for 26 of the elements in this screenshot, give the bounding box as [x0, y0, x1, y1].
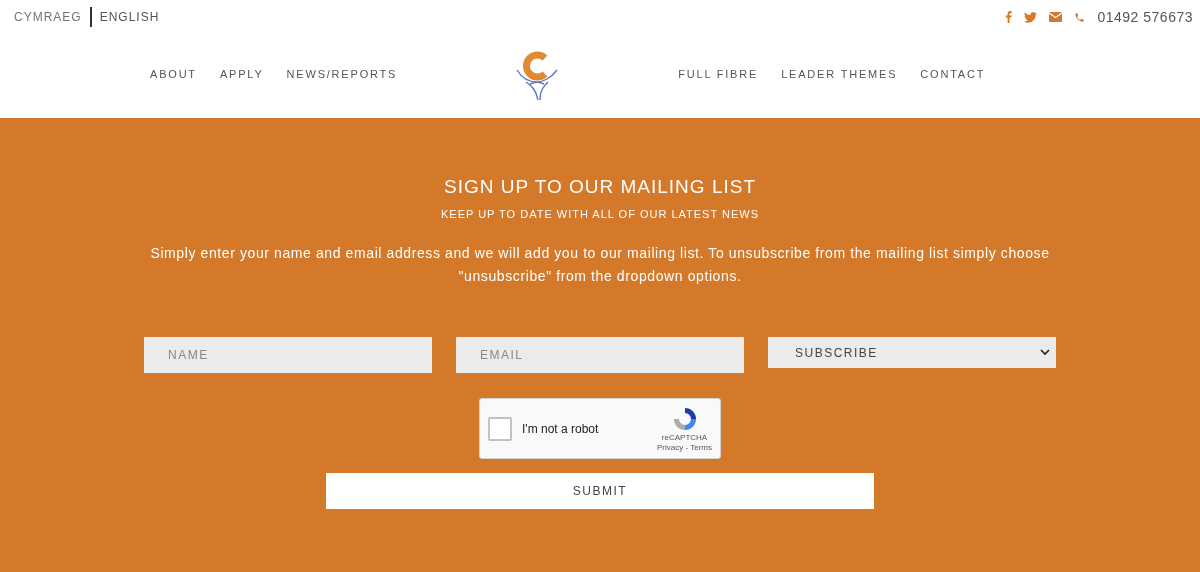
nav-link[interactable]: NEWS/REPORTS — [286, 68, 398, 80]
nav-link[interactable]: ABOUT — [150, 68, 197, 80]
recaptcha-icon — [671, 405, 698, 432]
submit-button[interactable]: SUBMIT — [326, 473, 874, 509]
language-link[interactable]: ENGLISH — [99, 10, 160, 24]
captcha-label: I'm not a robot — [522, 421, 600, 436]
phone-icon — [1074, 11, 1086, 23]
nav-link[interactable]: FULL FIBRE — [678, 68, 759, 80]
chevron-icon — [1040, 349, 1050, 356]
name-field[interactable]: NAME — [144, 337, 432, 373]
facebook-icon[interactable] — [1005, 11, 1013, 23]
captcha-checkbox[interactable] — [488, 416, 512, 441]
recaptcha-links[interactable]: Privacy - Terms — [657, 442, 712, 452]
nav-link[interactable]: APPLY — [219, 68, 264, 80]
section-title: SIGN UP TO OUR MAILING LIST — [443, 176, 757, 198]
nav-link[interactable]: LEADER THEMES — [781, 68, 898, 80]
recaptcha-brand: reCAPTCHA — [661, 432, 708, 442]
twitter-icon[interactable] — [1024, 11, 1038, 23]
language-link[interactable]: CYMRAEG — [14, 10, 82, 24]
nav-link[interactable]: CONTACT — [920, 68, 986, 80]
subscription-dropdown[interactable]: SUBSCRIBE — [768, 337, 1056, 368]
email-field[interactable]: EMAIL — [456, 337, 744, 373]
section-subtitle: KEEP UP TO DATE WITH ALL OF OUR LATEST NEWS — [440, 208, 760, 220]
phone-number: 01492 576673 — [1097, 9, 1193, 25]
intro-text: Simply enter your name and email address and we will add you to our mailing list. To unsubscribe from the mailing list simply choose "unsubscribe" from the dropdown options. — [149, 244, 1051, 286]
envelope-icon[interactable] — [1049, 12, 1063, 22]
